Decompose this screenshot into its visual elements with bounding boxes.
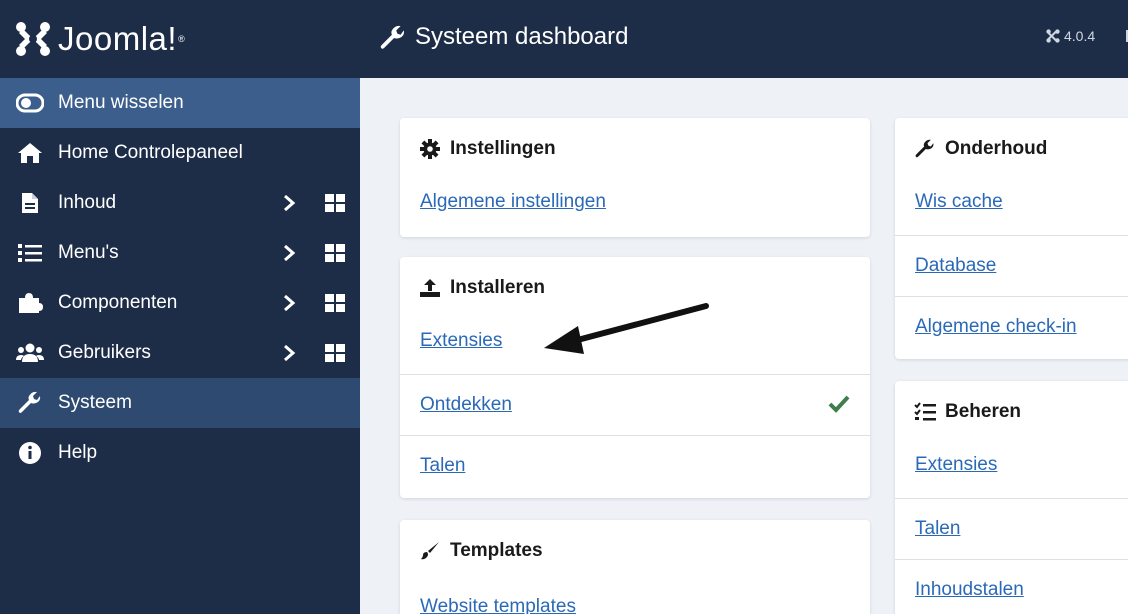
checklist-icon bbox=[914, 402, 936, 422]
check-icon bbox=[828, 395, 850, 418]
sidebar-item-label: Menu wisselen bbox=[58, 92, 184, 113]
chevron-right-icon[interactable] bbox=[282, 194, 296, 218]
list-icon bbox=[16, 243, 44, 263]
card-installeren: Installeren Extensies Ontdekken Talen bbox=[400, 257, 870, 498]
link-inhoudstalen[interactable]: Inhoudstalen bbox=[915, 579, 1024, 601]
sidebar-item-label: Home Controlepaneel bbox=[58, 142, 243, 163]
page-header: Systeem dashboard 4.0.4 bbox=[360, 0, 1128, 78]
version-badge[interactable]: 4.0.4 bbox=[1046, 28, 1095, 44]
list-item: Ontdekken bbox=[400, 374, 870, 435]
card-header: Templates bbox=[400, 520, 870, 582]
sidebar-item-label: Inhoud bbox=[58, 192, 117, 213]
link-talen[interactable]: Talen bbox=[420, 455, 465, 477]
sidebar-item-label: Componenten bbox=[58, 292, 178, 313]
joomla-logo-icon bbox=[16, 22, 50, 56]
card-header: Instellingen bbox=[400, 118, 870, 180]
file-icon bbox=[16, 192, 44, 214]
users-icon bbox=[16, 343, 44, 363]
dashboard-grid-icon[interactable] bbox=[325, 344, 345, 368]
card-onderhoud: Onderhoud Wis cache Database Algemene ch… bbox=[895, 118, 1128, 359]
registered-mark-icon: ® bbox=[178, 34, 185, 44]
link-wis-cache[interactable]: Wis cache bbox=[915, 191, 1003, 213]
dashboard-grid-icon[interactable] bbox=[325, 294, 345, 318]
sidebar-item-label: Help bbox=[58, 442, 98, 463]
card-title: Instellingen bbox=[450, 138, 556, 159]
link-algemene-check-in[interactable]: Algemene check-in bbox=[915, 316, 1077, 338]
chevron-right-icon[interactable] bbox=[282, 294, 296, 318]
wrench-icon bbox=[16, 391, 44, 415]
sidebar-item-menu-toggle[interactable]: Menu wisselen bbox=[0, 78, 360, 128]
sidebar-item-inhoud[interactable]: Inhoud bbox=[0, 178, 360, 228]
sidebar-item-help[interactable]: Help bbox=[0, 428, 360, 478]
card-title: Installeren bbox=[450, 277, 546, 298]
list-item: Algemene check-in bbox=[895, 296, 1128, 357]
dashboard-grid-icon[interactable] bbox=[325, 244, 345, 268]
page-title: Systeem dashboard bbox=[415, 23, 629, 50]
logo-text: Joomla! bbox=[58, 20, 178, 57]
sidebar-item-componenten[interactable]: Componenten bbox=[0, 278, 360, 328]
list-item: Wis cache bbox=[895, 180, 1128, 235]
wrench-icon bbox=[914, 139, 936, 159]
link-website-templates[interactable]: Website templates bbox=[420, 596, 576, 614]
sidebar-item-gebruikers[interactable]: Gebruikers bbox=[0, 328, 360, 378]
link-algemene-instellingen[interactable]: Algemene instellingen bbox=[420, 191, 606, 213]
chevron-right-icon[interactable] bbox=[282, 344, 296, 368]
list-item: Database bbox=[895, 235, 1128, 296]
list-item: Extensies bbox=[895, 443, 1128, 498]
wrench-icon bbox=[380, 25, 406, 56]
list-item: Algemene instellingen bbox=[400, 180, 870, 235]
dashboard-grid-icon[interactable] bbox=[325, 194, 345, 218]
list-item: Talen bbox=[895, 498, 1128, 559]
sidebar-item-label: Systeem bbox=[58, 392, 132, 413]
card-title: Onderhoud bbox=[945, 138, 1048, 159]
link-extensies[interactable]: Extensies bbox=[420, 330, 502, 352]
card-beheren: Beheren Extensies Talen Inhoudstalen bbox=[895, 381, 1128, 614]
sidebar-item-systeem[interactable]: Systeem bbox=[0, 378, 360, 428]
joomla-small-icon bbox=[1046, 29, 1060, 43]
card-templates: Templates Website templates bbox=[400, 520, 870, 614]
list-item: Talen bbox=[400, 435, 870, 496]
link-talen-beheren[interactable]: Talen bbox=[915, 518, 960, 540]
toggle-icon bbox=[16, 93, 44, 113]
list-item: Website templates bbox=[400, 582, 870, 614]
version-text: 4.0.4 bbox=[1064, 28, 1096, 44]
puzzle-icon bbox=[16, 292, 44, 314]
sidebar: Joomla! ® Menu wisselen Home Controlepane… bbox=[0, 0, 360, 614]
list-item: Inhoudstalen bbox=[895, 559, 1128, 614]
card-header: Beheren bbox=[895, 381, 1128, 443]
joomla-logo[interactable]: Joomla! ® bbox=[0, 0, 360, 78]
gear-icon bbox=[419, 139, 441, 159]
paintbrush-icon bbox=[419, 541, 441, 561]
upload-icon bbox=[419, 278, 441, 298]
link-database[interactable]: Database bbox=[915, 255, 996, 277]
chevron-right-icon[interactable] bbox=[282, 244, 296, 268]
card-title: Beheren bbox=[945, 401, 1022, 422]
sidebar-item-label: Menu's bbox=[58, 242, 119, 263]
card-title: Templates bbox=[450, 540, 543, 561]
link-ontdekken[interactable]: Ontdekken bbox=[420, 394, 512, 416]
sidebar-item-home[interactable]: Home Controlepaneel bbox=[0, 128, 360, 178]
sidebar-item-menus[interactable]: Menu's bbox=[0, 228, 360, 278]
card-header: Onderhoud bbox=[895, 118, 1128, 180]
annotation-arrow-icon bbox=[544, 303, 709, 354]
home-icon bbox=[16, 142, 44, 164]
sidebar-item-label: Gebruikers bbox=[58, 342, 151, 363]
card-instellingen: Instellingen Algemene instellingen bbox=[400, 118, 870, 237]
info-icon bbox=[16, 441, 44, 465]
link-extensies-beheren[interactable]: Extensies bbox=[915, 454, 997, 476]
